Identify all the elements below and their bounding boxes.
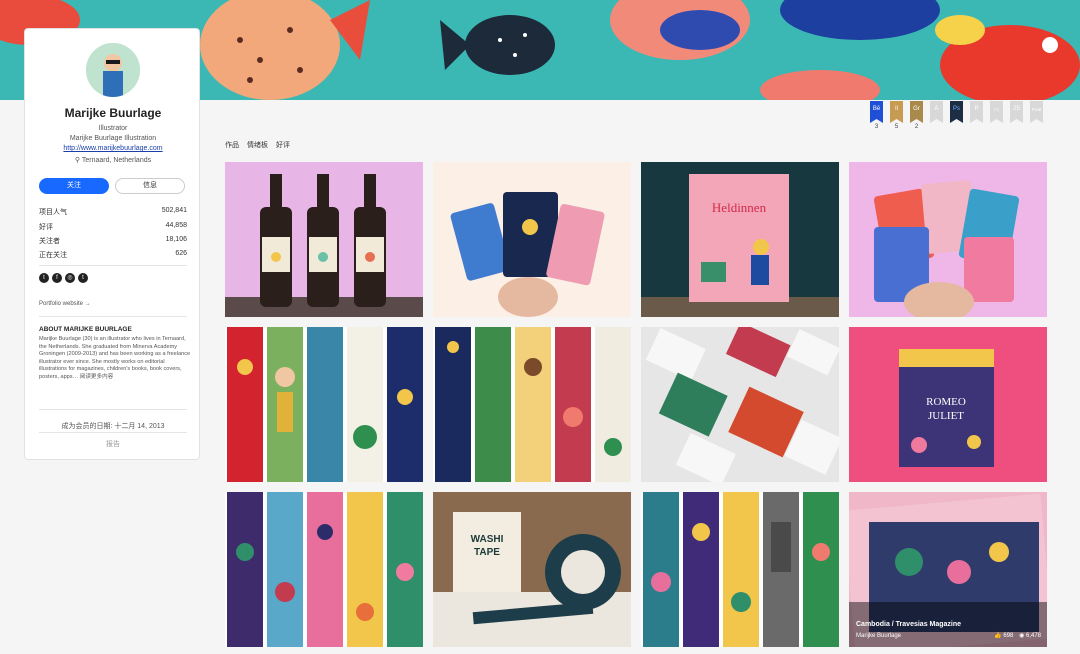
profile-tabs: 作品 情绪板 好评 [225,140,298,150]
tumblr-icon[interactable]: t [78,273,88,283]
eye-icon: ◉ [1019,633,1025,639]
location-pin-icon: ⚲ [74,157,82,164]
tab-appreciations[interactable]: 好评 [276,142,290,149]
project-tile-heldinnen-book[interactable]: Heldinnen [641,162,839,317]
tool-25[interactable]: 25 [1010,101,1023,123]
tab-moodboards[interactable]: 情绪板 [247,142,268,149]
divider [39,316,187,317]
project-tile-notebooks[interactable] [641,327,839,482]
profile-role: Illustrator [98,125,128,132]
social-links: t f ◎ t [39,273,91,283]
tool-p[interactable]: P [970,101,983,123]
tool-photoshop[interactable]: Ps [950,101,963,123]
message-button[interactable]: 信息 [115,178,185,194]
thumbs-up-icon: 👍 [994,633,1002,639]
profile-website-link[interactable]: http://www.marijkebuurlage.com [25,145,201,152]
hover-project-owner[interactable]: Marijke Buurlage [856,633,901,639]
project-tile-playing-cards[interactable] [433,162,631,317]
svg-text:WASHI: WASHI [471,534,504,545]
project-tile-beer-bottles[interactable] [225,162,423,317]
profile-company: Marijke Buurlage Illustration [69,135,157,142]
project-tile-washi-tape[interactable]: WASHI TAPE [433,492,631,647]
avatar[interactable] [86,43,140,97]
svg-text:ROMEO: ROMEO [926,396,966,408]
facebook-icon[interactable]: f [52,273,62,283]
stat-followers[interactable]: 关注者 18,106 [39,236,187,246]
hover-project-stats: 👍 698 ◉ 6,478 [994,632,1041,639]
profile-name: Marijke Buurlage [64,106,162,120]
stat-appreciations: 好评 44,858 [39,222,187,231]
instagram-icon[interactable]: ◎ [65,273,75,283]
twitter-icon[interactable]: t [39,273,49,283]
svg-text:TAPE: TAPE [474,547,500,558]
project-tile-bookmarks-4[interactable] [641,492,839,647]
tool-pratt[interactable]: Pratt [1030,101,1043,123]
project-tile-animal-cards[interactable] [849,162,1047,317]
tool-box[interactable]: ▭ [990,101,1003,123]
project-tile-bookmarks-3[interactable] [225,492,423,647]
report-link[interactable]: 报告 [25,439,201,449]
follow-button[interactable]: 关注 [39,178,109,194]
project-tile-bookmarks-1[interactable] [225,327,423,482]
member-since: 成为会员的日期: 十二月 14, 2013 [61,423,165,430]
tool-graphic[interactable]: Gr 2 [910,101,923,130]
tool-adobe[interactable]: A [930,101,943,123]
stat-project-views: 项目人气 502,841 [39,207,187,216]
profile-card: Marijke Buurlage Illustrator Marijke Buu… [24,28,200,460]
project-tile-romeo-juliet[interactable]: ROMEO JULIET [849,327,1047,482]
about-text: Marijke Buurlage (30) is an illustrator … [39,336,191,380]
about-heading: ABOUT MARIJKE BUURLAGE [39,326,132,333]
project-tile-cambodia-travesias[interactable]: Cambodia / Travesias Magazine Marijke Bu… [849,492,1047,647]
profile-location: ⚲ Ternaard, Netherlands [74,157,152,164]
stat-following[interactable]: 正在关注 626 [39,250,187,260]
hover-project-title[interactable]: Cambodia / Travesias Magazine [856,621,961,628]
tool-behance[interactable]: Bē 3 [870,101,883,130]
tool-illustrator[interactable]: Il 5 [890,101,903,130]
project-tile-bookmarks-2[interactable] [433,327,631,482]
divider [39,409,187,410]
svg-text:Heldinnen: Heldinnen [712,200,767,215]
svg-text:JULIET: JULIET [928,410,964,422]
portfolio-website-link[interactable]: Portfolio website → [39,301,91,307]
divider [39,265,187,266]
divider [39,432,187,433]
views-count: 6,478 [1025,633,1041,639]
likes-count: 698 [1003,633,1014,639]
tab-works[interactable]: 作品 [225,142,239,149]
